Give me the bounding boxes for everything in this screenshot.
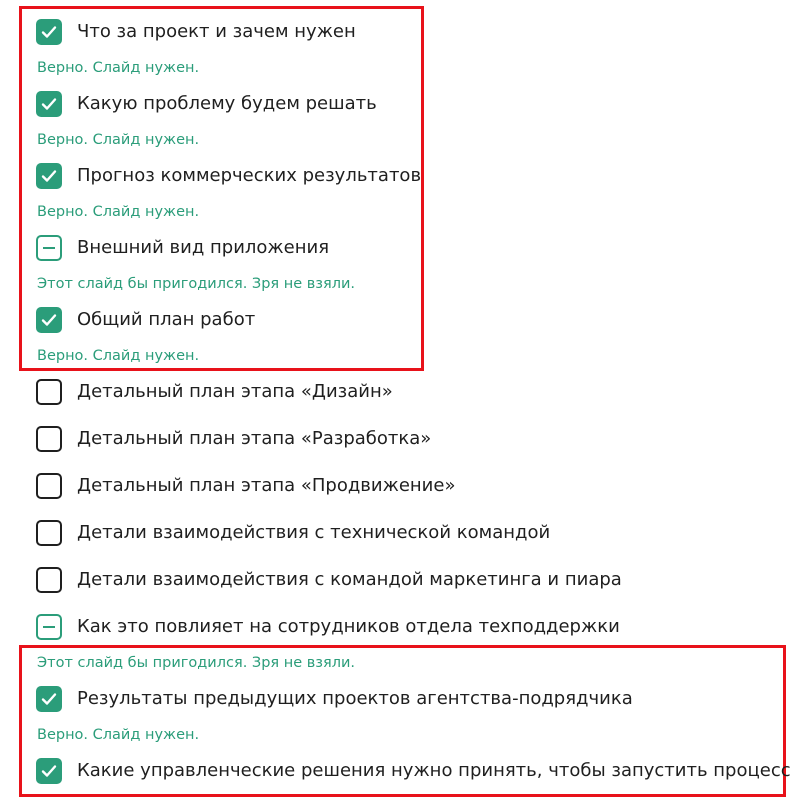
- checklist-item-label: Какую проблему будем решать: [77, 93, 377, 114]
- checklist-item[interactable]: Прогноз коммерческих результатов: [36, 162, 421, 190]
- feedback-text: Верно. Слайд нужен.: [37, 204, 200, 220]
- checklist-item-label: Какие управленческие решения нужно приня…: [77, 760, 791, 781]
- checkbox-empty-icon[interactable]: [36, 520, 62, 546]
- checklist-item-label: Детали взаимодействия с командой маркети…: [77, 569, 622, 590]
- checklist-item[interactable]: Общий план работ: [36, 306, 255, 334]
- checklist-item[interactable]: Детали взаимодействия с командой маркети…: [36, 566, 622, 594]
- checkbox-checked-icon[interactable]: [36, 758, 62, 784]
- checklist-item[interactable]: Результаты предыдущих проектов агентства…: [36, 685, 633, 713]
- checkbox-checked-icon[interactable]: [36, 163, 62, 189]
- checkbox-empty-icon[interactable]: [36, 379, 62, 405]
- feedback-text: Верно. Слайд нужен.: [37, 727, 200, 743]
- checklist-item[interactable]: Детальный план этапа «Дизайн»: [36, 378, 393, 406]
- checkbox-checked-icon[interactable]: [36, 19, 62, 45]
- feedback-text: Верно. Слайд нужен.: [37, 132, 200, 148]
- checklist-item-label: Как это повлияет на сотрудников отдела т…: [77, 616, 620, 637]
- checkbox-empty-icon[interactable]: [36, 567, 62, 593]
- checkbox-empty-icon[interactable]: [36, 426, 62, 452]
- checklist-item[interactable]: Какие управленческие решения нужно приня…: [36, 757, 791, 785]
- checklist-item-label: Общий план работ: [77, 309, 256, 330]
- feedback-text: Верно. Слайд нужен.: [37, 60, 200, 76]
- checkbox-indeterminate-icon[interactable]: [36, 614, 62, 640]
- checkbox-checked-icon[interactable]: [36, 686, 62, 712]
- checkbox-empty-icon[interactable]: [36, 473, 62, 499]
- checklist-item[interactable]: Какую проблему будем решать: [36, 90, 377, 118]
- checklist-item[interactable]: Внешний вид приложения: [36, 234, 329, 262]
- checklist-item-label: Детальный план этапа «Разработка»: [77, 428, 432, 449]
- checklist-item-label: Что за проект и зачем нужен: [77, 21, 356, 42]
- checklist-item[interactable]: Детальный план этапа «Продвижение»: [36, 472, 455, 500]
- checklist-item-label: Внешний вид приложения: [77, 237, 330, 258]
- checklist-item[interactable]: Как это повлияет на сотрудников отдела т…: [36, 613, 620, 641]
- checkbox-checked-icon[interactable]: [36, 91, 62, 117]
- feedback-text: Этот слайд бы пригодился. Зря не взяли.: [37, 655, 356, 671]
- feedback-text: Этот слайд бы пригодился. Зря не взяли.: [37, 276, 356, 292]
- checklist-item[interactable]: Что за проект и зачем нужен: [36, 18, 356, 46]
- checklist-item[interactable]: Детали взаимодействия с технической кома…: [36, 519, 550, 547]
- feedback-text: Верно. Слайд нужен.: [37, 348, 200, 364]
- checklist-item-label: Детали взаимодействия с технической кома…: [77, 522, 551, 543]
- checkbox-checked-icon[interactable]: [36, 307, 62, 333]
- checklist-item[interactable]: Детальный план этапа «Разработка»: [36, 425, 431, 453]
- checklist-item-label: Детальный план этапа «Продвижение»: [77, 475, 456, 496]
- checklist-item-label: Результаты предыдущих проектов агентства…: [77, 688, 633, 709]
- checkbox-indeterminate-icon[interactable]: [36, 235, 62, 261]
- checklist-item-label: Прогноз коммерческих результатов: [77, 165, 422, 186]
- checklist-item-label: Детальный план этапа «Дизайн»: [77, 381, 393, 402]
